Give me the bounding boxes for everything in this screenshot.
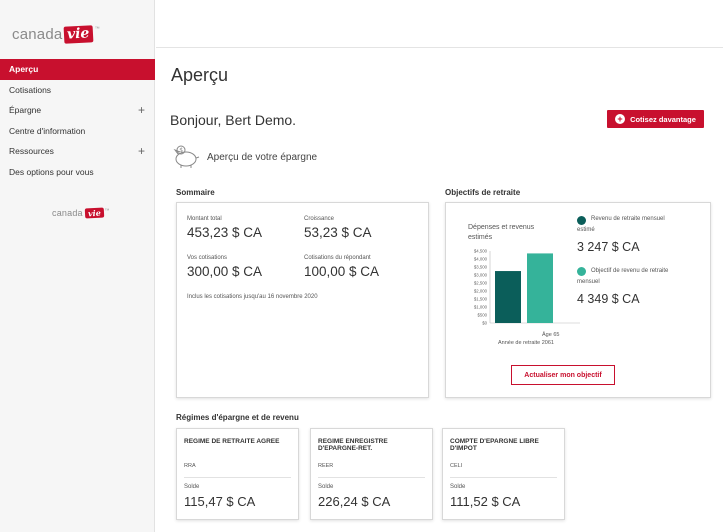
y-tick-label: $4,000 — [474, 257, 488, 262]
growth-label: Croissance — [304, 216, 335, 222]
summary-title: Sommaire — [176, 188, 215, 197]
estimated-income-label-line1: Revenu de retraite mensuel — [591, 216, 665, 222]
sponsor-contributions-value: 100,00 $ CA — [304, 264, 380, 279]
logo-mark: vie — [84, 207, 104, 219]
divider — [184, 477, 291, 478]
goal-income-value: 4 349 $ CA — [577, 292, 640, 306]
account-code: CELI — [450, 463, 463, 469]
sidebar-item-label: Aperçu — [9, 64, 39, 75]
sidebar-nav: Aperçu Cotisations Épargne + Centre d'in… — [0, 59, 155, 182]
top-bar — [156, 0, 723, 48]
objectives-card: Dépenses et revenus estimés $4,500 $4,000… — [445, 202, 711, 398]
account-card-rra[interactable]: REGIME DE RETRAITE AGREE RRA Solde 115,4… — [176, 428, 299, 520]
contribute-more-label: Cotisez davantage — [630, 114, 696, 124]
y-tick-label: $3,000 — [474, 273, 488, 278]
balance-label: Solde — [450, 484, 466, 490]
page-title: Aperçu — [171, 65, 229, 85]
y-tick-label: $2,000 — [474, 289, 488, 294]
piggy-bank-icon: $ — [173, 145, 200, 168]
sidebar-item-cotisations[interactable]: Cotisations — [0, 80, 155, 101]
sidebar-item-label: Épargne — [9, 105, 42, 116]
canada-vie-logo[interactable]: canada vie ™ — [12, 25, 100, 44]
logo-trademark: ™ — [104, 208, 110, 214]
account-card-reer[interactable]: REGIME ENREGISTRE D'EPARGNE-RET. REER So… — [310, 428, 433, 520]
your-contributions-value: 300,00 $ CA — [187, 264, 263, 279]
y-tick-label: $2,500 — [474, 281, 488, 286]
x-label-line2: Année de retraite 2061 — [498, 340, 554, 346]
y-tick-label: $1,000 — [474, 305, 488, 310]
divider — [450, 477, 557, 478]
your-contributions-label: Vos cotisations — [187, 255, 228, 261]
savings-overview-heading: Aperçu de votre épargne — [207, 152, 318, 163]
chart-title-line1: Dépenses et revenus — [468, 224, 535, 231]
sidebar-item-ressources[interactable]: Ressources + — [0, 141, 155, 162]
x-label-line1: Âge 65 — [542, 332, 560, 338]
growth-value: 53,23 $ CA — [304, 225, 372, 240]
account-name: COMPTE D'EPARGNE LIBRE D'IMPOT — [450, 438, 539, 453]
chart-title-line2: estimés — [468, 234, 493, 241]
goal-income-legend-dot — [577, 267, 586, 276]
balance-label: Solde — [184, 484, 200, 490]
sidebar: canada vie ™ Aperçu Cotisations Épargne … — [0, 0, 155, 532]
y-tick-label: $4,500 — [474, 249, 488, 254]
y-tick-label: $3,500 — [474, 265, 488, 270]
estimated-income-value: 3 247 $ CA — [577, 240, 640, 254]
account-card-celi[interactable]: COMPTE D'EPARGNE LIBRE D'IMPOT CELI Sold… — [442, 428, 565, 520]
contribute-more-button[interactable]: + Cotisez davantage — [607, 110, 704, 128]
balance-value: 111,52 $ CA — [450, 494, 521, 509]
accounts-title: Régimes d'épargne et de revenu — [176, 413, 299, 422]
retirement-bar-chart: $4,500 $4,000 $3,500 $3,000 $2,500 $2,000 $1,5… — [474, 249, 580, 326]
expand-plus-icon[interactable]: + — [138, 103, 145, 117]
estimated-income-bar — [495, 271, 521, 323]
goal-income-bar — [527, 253, 553, 323]
total-label: Montant total — [187, 216, 222, 222]
sidebar-item-apercu[interactable]: Aperçu — [0, 59, 155, 80]
y-tick-label: $0 — [482, 321, 487, 326]
sponsor-contributions-label: Cotisations du répondant — [304, 255, 371, 261]
account-name: REGIME DE RETRAITE AGREE — [184, 438, 280, 445]
goal-income-label-line1: Objectif de revenu de retraite — [591, 268, 669, 274]
total-value: 453,23 $ CA — [187, 225, 263, 240]
sidebar-item-label: Cotisations — [9, 84, 52, 95]
balance-label: Solde — [318, 484, 334, 490]
update-objective-button[interactable]: Actualiser mon objectif — [511, 365, 615, 385]
sidebar-item-label: Centre d'information — [9, 125, 86, 136]
sidebar-item-centre-information[interactable]: Centre d'information — [0, 121, 155, 142]
y-tick-label: $1,500 — [474, 297, 488, 302]
account-name: REGIME ENREGISTRE D'EPARGNE-RET. — [318, 438, 388, 453]
logo-wordmark: canada — [12, 26, 63, 43]
balance-value: 115,47 $ CA — [184, 494, 256, 509]
y-tick-label: $500 — [477, 313, 487, 318]
account-code: REER — [318, 463, 334, 469]
summary-card: Montant total 453,23 $ CA Croissance 53,… — [176, 202, 429, 398]
sidebar-item-label: Ressources — [9, 146, 54, 157]
objectives-title: Objectifs de retraite — [445, 188, 521, 197]
sidebar-item-epargne[interactable]: Épargne + — [0, 100, 155, 121]
logo-trademark: ™ — [94, 26, 100, 32]
expand-plus-icon[interactable]: + — [138, 144, 145, 158]
estimated-income-label-line2: estimé — [577, 227, 595, 233]
canada-vie-logo-small: canada vie ™ — [52, 207, 110, 219]
estimated-income-legend-dot — [577, 216, 586, 225]
logo-mark: vie — [63, 25, 95, 44]
sidebar-item-options[interactable]: Des options pour vous — [0, 162, 155, 183]
contributions-note: Inclus les cotisations jusqu'au 16 novem… — [187, 294, 318, 300]
svg-text:$: $ — [179, 147, 183, 154]
logo-wordmark: canada — [52, 208, 83, 218]
divider — [318, 477, 425, 478]
goal-income-label-line2: mensuel — [577, 279, 600, 285]
balance-value: 226,24 $ CA — [318, 494, 391, 509]
account-code: RRA — [184, 463, 196, 469]
plus-circle-icon: + — [615, 114, 626, 124]
greeting: Bonjour, Bert Demo. — [170, 112, 297, 128]
sidebar-item-label: Des options pour vous — [9, 166, 94, 177]
